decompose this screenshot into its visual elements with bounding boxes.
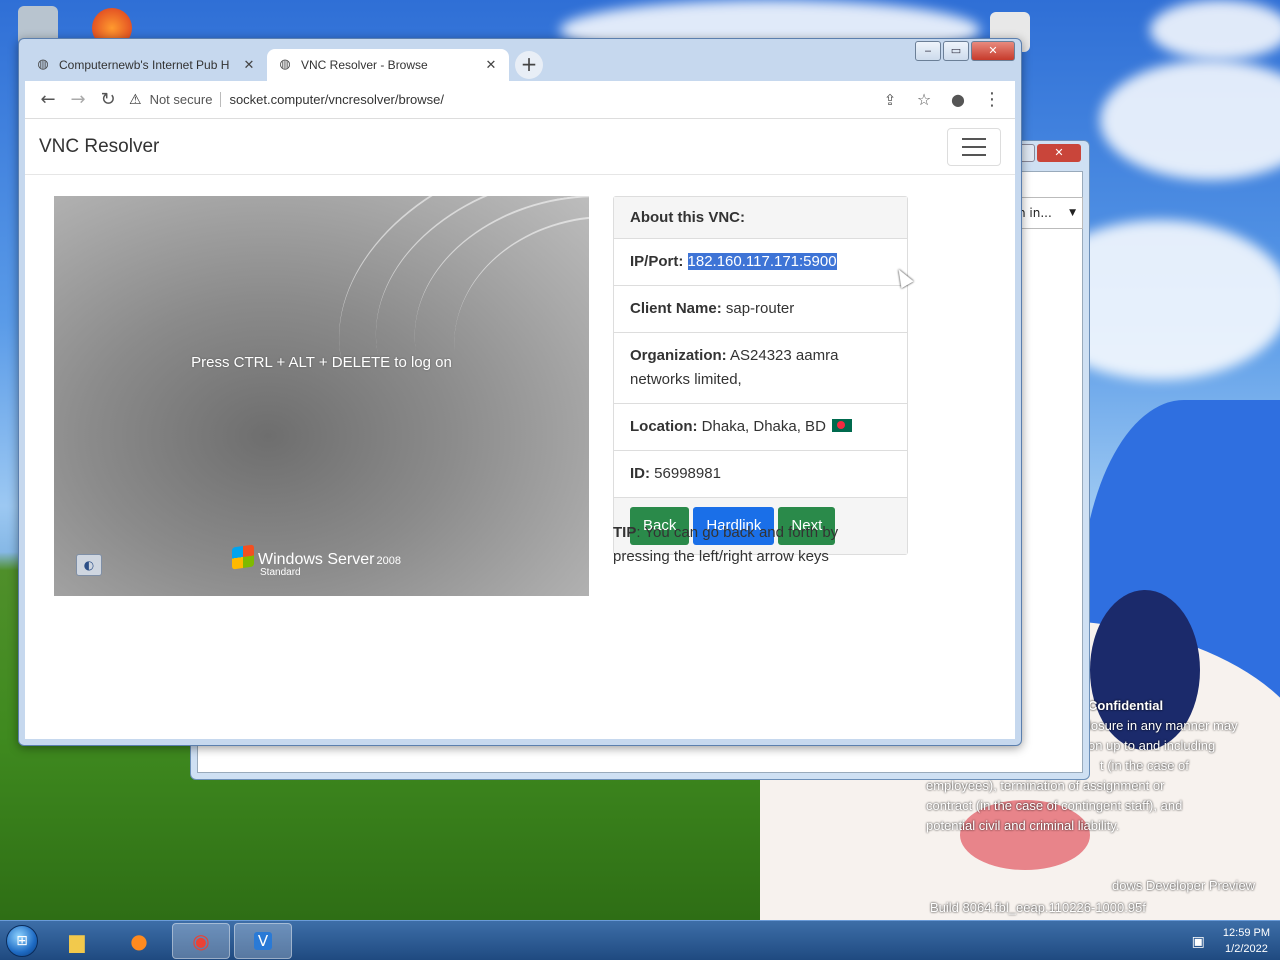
tab-title: VNC Resolver - Browse — [301, 58, 428, 72]
windows-orb-icon: ⊞ — [6, 924, 38, 957]
confidential-overlay-line: t (in the case of — [1100, 758, 1189, 773]
address-bar[interactable]: ⚠ Not secure socket.computer/vncresolver… — [129, 85, 869, 115]
confidential-overlay: Confidential — [1088, 698, 1164, 713]
hamburger-menu-button[interactable] — [947, 127, 1001, 166]
vscode-icon: V — [253, 931, 273, 950]
maximize-button[interactable]: ▭ — [943, 41, 969, 61]
toolbar-actions: ⇪ ☆ ● ⋮ — [875, 85, 1007, 115]
card-heading: About this VNC: — [614, 197, 907, 239]
site-navbar: VNC Resolver — [25, 119, 1015, 175]
ip-value[interactable]: 182.160.117.171:5900 — [687, 253, 837, 270]
location-row: Location: Dhaka, Dhaka, BD — [614, 404, 907, 451]
security-label: Not secure — [150, 92, 222, 107]
confidential-overlay-line: employees), termination of assignment or — [926, 778, 1165, 793]
taskbar-vscode[interactable]: V — [234, 922, 292, 959]
confidential-overlay-line: contract (in the case of contingent staf… — [926, 798, 1183, 813]
organization-row: Organization: AS24323 aamra networks lim… — [614, 333, 907, 404]
bangladesh-flag-icon — [832, 419, 853, 432]
dropdown-value: n in... — [1018, 206, 1052, 220]
clock-date: 1/2/2022 — [1225, 943, 1268, 955]
build-watermark: Build 8064.fbl_eeap.110226-1000.95f — [930, 900, 1146, 915]
browser-window[interactable]: ‒ ▭ ✕ ◍ Computernewb's Internet Pub H ✕ … — [18, 38, 1022, 746]
id-value: 56998981 — [654, 465, 721, 482]
location-value: Dhaka, Dhaka, BD — [701, 418, 826, 435]
taskbar-explorer[interactable]: ▆ — [48, 923, 106, 959]
windows-flag-icon — [232, 544, 254, 570]
folder-icon: ▆ — [69, 928, 85, 953]
minimize-button[interactable]: ‒ — [915, 41, 941, 61]
globe-icon: ◍ — [37, 57, 49, 72]
window-controls: ‒ ▭ ✕ — [915, 41, 1015, 61]
taskbar: ⊞ ▆ ● ◉ V ▣ 12:59 PM 1/2/2022 — [0, 920, 1280, 960]
id-label: ID: — [630, 465, 650, 482]
clock-time: 12:59 PM — [1222, 927, 1270, 939]
forward-arrow-icon[interactable]: → — [63, 85, 93, 115]
site-brand[interactable]: VNC Resolver — [39, 136, 159, 158]
close-button[interactable]: ✕ — [971, 41, 1015, 61]
chevron-down-icon: ▼ — [1069, 208, 1076, 218]
tab-vnc-resolver[interactable]: ◍ VNC Resolver - Browse ✕ — [267, 49, 509, 81]
close-tab-icon[interactable]: ✕ — [483, 58, 499, 73]
ease-of-access-icon: ◐ — [76, 554, 102, 576]
windows-server-logo: Windows Server 2008 Standard — [232, 544, 401, 578]
share-icon[interactable]: ⇪ — [875, 85, 905, 115]
vnc-info-card: About this VNC: IP/Port: 182.160.117.171… — [613, 196, 908, 555]
reload-icon[interactable]: ↻ — [93, 85, 123, 115]
url-text: socket.computer/vncresolver/browse/ — [229, 92, 445, 107]
taskbar-chrome[interactable]: ◉ — [172, 922, 230, 959]
tip-body: : You can go back and forth by pressing … — [613, 524, 839, 565]
browser-toolbar: ← → ↻ ⚠ Not secure socket.computer/vncre… — [25, 81, 1015, 119]
logon-message: Press CTRL + ALT + DELETE to log on — [191, 354, 452, 371]
org-label: Organization: — [630, 347, 727, 364]
close-button[interactable]: ✕ — [1037, 144, 1081, 162]
client-label: Client Name: — [630, 300, 722, 317]
client-name-row: Client Name: sap-router — [614, 286, 907, 333]
firefox-icon: ● — [130, 928, 148, 953]
back-arrow-icon[interactable]: ← — [33, 85, 63, 115]
profile-icon[interactable]: ● — [943, 85, 973, 115]
new-tab-button[interactable]: + — [515, 51, 543, 79]
client-value: sap-router — [725, 300, 795, 317]
id-row: ID: 56998981 — [614, 451, 907, 498]
chrome-icon: ◉ — [192, 928, 210, 953]
tip-label: TIP — [613, 524, 637, 541]
confidential-overlay-line: losure in any manner may — [1088, 718, 1238, 733]
taskbar-firefox[interactable]: ● — [110, 923, 168, 959]
system-tray: ▣ 12:59 PM 1/2/2022 — [1192, 921, 1270, 960]
confidential-overlay-line: potential civil and criminal liability. — [926, 818, 1120, 833]
warning-icon: ⚠ — [129, 91, 142, 107]
clock[interactable]: 12:59 PM 1/2/2022 — [1223, 925, 1270, 957]
tab-strip: ◍ Computernewb's Internet Pub H ✕ ◍ VNC … — [25, 49, 911, 81]
tip-text: TIP: You can go back and forth by pressi… — [613, 521, 893, 569]
bookmark-star-icon[interactable]: ☆ — [909, 85, 939, 115]
location-label: Location: — [630, 418, 698, 435]
confidential-overlay-line: on up to and including — [1088, 738, 1216, 753]
network-icon[interactable]: ▣ — [1192, 933, 1205, 950]
tab-title: Computernewb's Internet Pub H — [59, 58, 230, 72]
page-content: VNC Resolver Press CTRL + ALT + DELETE t… — [25, 119, 1015, 739]
vnc-screenshot: Press CTRL + ALT + DELETE to log on ◐ Wi… — [54, 196, 589, 596]
globe-icon: ◍ — [279, 57, 291, 72]
menu-dots-icon[interactable]: ⋮ — [977, 85, 1007, 115]
build-watermark: dows Developer Preview — [1112, 878, 1256, 893]
dropdown-select[interactable]: n in... ▼ — [1013, 197, 1083, 229]
ip-label: IP/Port: — [630, 253, 684, 270]
ip-port-row: IP/Port: 182.160.117.171:5900 — [614, 239, 907, 286]
start-button[interactable]: ⊞ — [0, 921, 44, 960]
tab-computernewb[interactable]: ◍ Computernewb's Internet Pub H ✕ — [25, 49, 267, 81]
close-tab-icon[interactable]: ✕ — [241, 58, 257, 73]
